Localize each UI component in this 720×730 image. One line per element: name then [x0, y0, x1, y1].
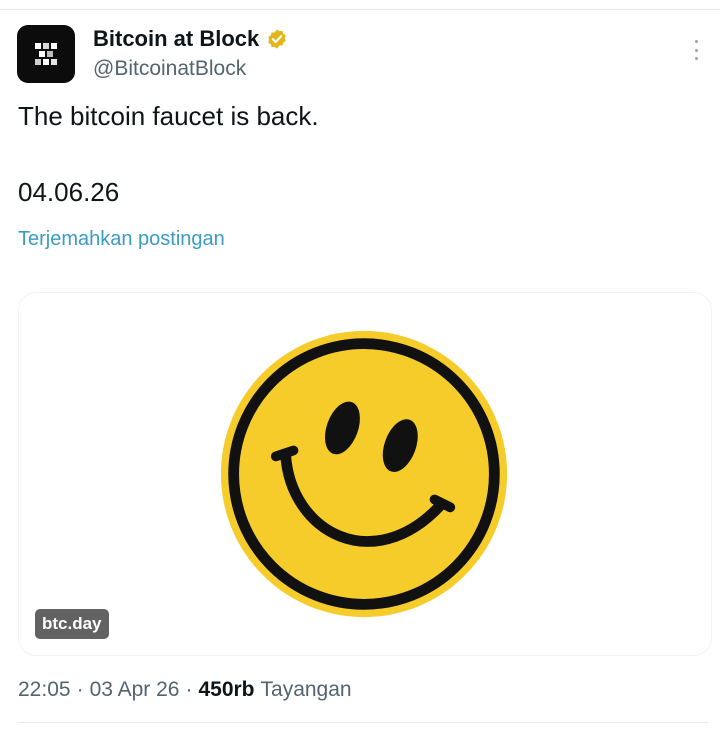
- more-dot: [694, 40, 698, 43]
- more-dot: [694, 57, 698, 60]
- views-count: 450rb: [198, 678, 255, 701]
- tweet-meta: 22:05 · 03 Apr 26 · 450rb Tayangan: [18, 678, 352, 702]
- tweet-text: The bitcoin faucet is back.: [18, 101, 319, 131]
- verified-badge-icon: [268, 29, 286, 49]
- post-date[interactable]: 03 Apr 26: [90, 678, 180, 702]
- tweet-date-text: 04.06.26: [18, 177, 120, 207]
- display-name[interactable]: Bitcoin at Block: [93, 26, 259, 52]
- more-options-icon[interactable]: [690, 40, 702, 60]
- author-handle[interactable]: @BitcoinatBlock: [93, 57, 246, 81]
- views-label: Tayangan: [260, 678, 352, 701]
- more-dot: [694, 48, 698, 52]
- bottom-divider: [18, 722, 708, 723]
- link-card-media[interactable]: btc.day: [18, 292, 712, 656]
- post-time[interactable]: 22:05: [18, 678, 71, 702]
- meta-separator: ·: [76, 678, 84, 701]
- translate-post-link[interactable]: Terjemahkan postingan: [18, 228, 225, 251]
- block-logo-icon: [35, 43, 57, 65]
- avatar[interactable]: [17, 25, 75, 83]
- author-name-row: Bitcoin at Block: [93, 26, 288, 52]
- meta-separator: ·: [185, 678, 193, 701]
- top-divider: [0, 9, 720, 10]
- smiley-face-icon: [220, 330, 508, 618]
- link-domain-badge: btc.day: [35, 609, 109, 639]
